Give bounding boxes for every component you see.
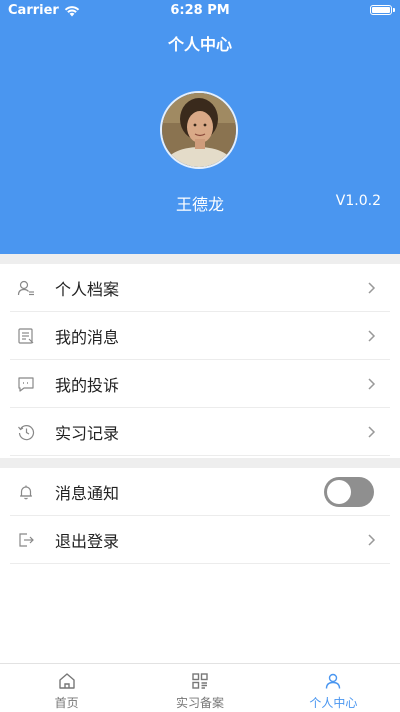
logout-button[interactable]: 退出登录 <box>0 516 400 564</box>
status-bar: Carrier 6:28 PM <box>0 0 400 22</box>
section-divider <box>0 458 400 468</box>
bell-icon <box>16 482 36 502</box>
avatar[interactable] <box>160 91 238 169</box>
chevron-right-icon <box>368 426 376 438</box>
tab-label: 实习备案 <box>175 696 224 710</box>
username: 王德龙 <box>175 195 224 214</box>
notification-label: 消息通知 <box>55 484 120 503</box>
app-version: V1.0.2 <box>335 193 381 209</box>
profile-header: Carrier 6:28 PM 个人中心 王德龙 V1.0.2 <box>0 0 400 254</box>
tab-internship-filing[interactable]: 实习备案 <box>133 664 266 712</box>
chevron-right-icon <box>368 534 376 546</box>
menu-item-label: 实习记录 <box>55 424 120 443</box>
complaint-icon <box>16 374 36 394</box>
menu-item-messages[interactable]: 我的消息 <box>0 312 400 360</box>
page-title: 个人中心 <box>167 35 232 54</box>
logout-icon <box>16 530 36 550</box>
history-icon <box>16 422 36 442</box>
tab-personal-center[interactable]: 个人中心 <box>267 664 400 712</box>
menu-item-profile[interactable]: 个人档案 <box>0 264 400 312</box>
grid-icon <box>192 673 208 689</box>
menu-list: 个人档案 我的消息 我的投诉 实习记录 <box>0 264 400 456</box>
tab-label: 个人中心 <box>309 696 358 710</box>
tab-home[interactable]: 首页 <box>0 664 133 712</box>
menu-item-complaints[interactable]: 我的投诉 <box>0 360 400 408</box>
menu-item-label: 个人档案 <box>55 280 120 299</box>
status-time: 6:28 PM <box>170 3 230 18</box>
chevron-right-icon <box>368 330 376 342</box>
person-icon <box>326 673 341 689</box>
home-icon <box>58 673 75 689</box>
battery-icon <box>370 5 395 15</box>
avatar-photo <box>162 93 236 167</box>
chevron-right-icon <box>368 378 376 390</box>
notification-setting: 消息通知 <box>0 468 400 516</box>
chevron-right-icon <box>368 282 376 294</box>
tab-bar: 首页 实习备案 个人中心 <box>0 663 400 712</box>
menu-item-internship-records[interactable]: 实习记录 <box>0 408 400 456</box>
tab-label: 首页 <box>54 696 79 710</box>
toggle-knob <box>327 480 351 504</box>
logout-label: 退出登录 <box>55 532 120 551</box>
menu-item-label: 我的消息 <box>55 328 120 347</box>
menu-item-label: 我的投诉 <box>55 376 120 395</box>
settings-list: 消息通知 退出登录 <box>0 468 400 564</box>
profile-icon <box>16 278 36 298</box>
message-icon <box>16 326 36 346</box>
section-divider <box>0 254 400 264</box>
notification-toggle[interactable] <box>324 477 374 507</box>
